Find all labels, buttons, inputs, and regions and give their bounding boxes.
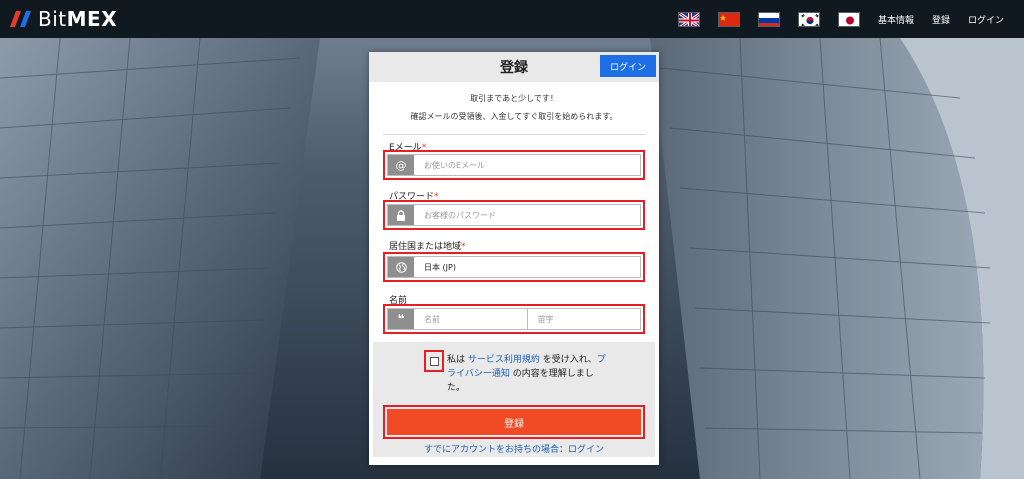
terms-panel: 私は サービス利用規約 を受け入れ、プライバシー通知 の内容を理解しました。 登…: [373, 342, 655, 457]
password-field[interactable]: お客様のパスワード: [387, 204, 641, 226]
intro-line-1: 取引まであと少しです！: [470, 94, 558, 103]
korea-flag-icon[interactable]: [797, 11, 820, 27]
last-name-input[interactable]: 苗字: [528, 309, 641, 329]
terms-pre: 私は: [447, 355, 468, 365]
country-highlight: 日本 (JP): [383, 252, 645, 282]
bitmex-logo[interactable]: BitMEX: [8, 0, 117, 38]
japan-flag-icon[interactable]: [837, 11, 860, 27]
nav-register-link[interactable]: 登録: [932, 13, 950, 26]
email-highlight: @ お使いのEメール: [383, 150, 645, 180]
at-sign-icon: @: [388, 155, 414, 175]
country-value: 日本 (JP): [424, 262, 456, 272]
terms-mid: を受け入れ、: [539, 355, 597, 365]
globe-icon: [388, 257, 414, 277]
country-label: 居住国または地域*: [389, 242, 466, 252]
submit-highlight: 登録: [383, 405, 645, 439]
existing-account-login-link[interactable]: すでにアカウントをお持ちの場合：ログイン: [373, 442, 655, 455]
terms-checkbox[interactable]: [429, 356, 439, 366]
checkbox-highlight: [424, 350, 444, 372]
russia-flag-icon[interactable]: [757, 11, 780, 27]
card-header: 登録 ログイン: [369, 52, 659, 82]
top-nav: BitMEX 基本情報 登録 ログイン: [0, 0, 1024, 38]
password-highlight: お客様のパスワード: [383, 200, 645, 230]
header-login-button[interactable]: ログイン: [600, 55, 656, 77]
country-select[interactable]: 日本 (JP): [387, 256, 641, 278]
registration-card: 登録 ログイン 取引まであと少しです！ 確認メールの受領後、入金してすぐ取引を始…: [369, 52, 659, 465]
card-title: 登録: [500, 60, 528, 76]
terms-of-service-link[interactable]: サービス利用規約: [468, 355, 540, 365]
nav-basic-info-link[interactable]: 基本情報: [878, 13, 914, 26]
lock-icon: [388, 205, 414, 225]
intro-line-2: 確認メールの受領後、入金してすぐ取引を始められます。: [410, 112, 618, 121]
terms-text: 私は サービス利用規約 を受け入れ、プライバシー通知 の内容を理解しました。: [447, 353, 607, 395]
name-field: ❝ 名前 苗字: [387, 308, 641, 330]
bitmex-logo-icon: [10, 11, 31, 27]
divider: [383, 134, 645, 135]
brand-name: BitMEX: [38, 7, 118, 31]
china-flag-icon[interactable]: [717, 11, 740, 27]
intro-text: 取引まであと少しです！ 確認メールの受領後、入金してすぐ取引を始められます。: [369, 90, 659, 126]
nav-right: 基本情報 登録 ログイン: [677, 0, 1024, 38]
password-input[interactable]: お客様のパスワード: [414, 205, 640, 225]
nav-login-link[interactable]: ログイン: [968, 13, 1004, 26]
uk-flag-icon[interactable]: [677, 11, 700, 27]
first-name-input[interactable]: 名前: [414, 309, 528, 329]
email-field[interactable]: @ お使いのEメール: [387, 154, 641, 176]
email-input[interactable]: お使いのEメール: [414, 155, 640, 175]
register-submit-button[interactable]: 登録: [387, 409, 641, 435]
name-highlight: ❝ 名前 苗字: [383, 304, 645, 334]
quote-icon: ❝: [388, 309, 414, 329]
